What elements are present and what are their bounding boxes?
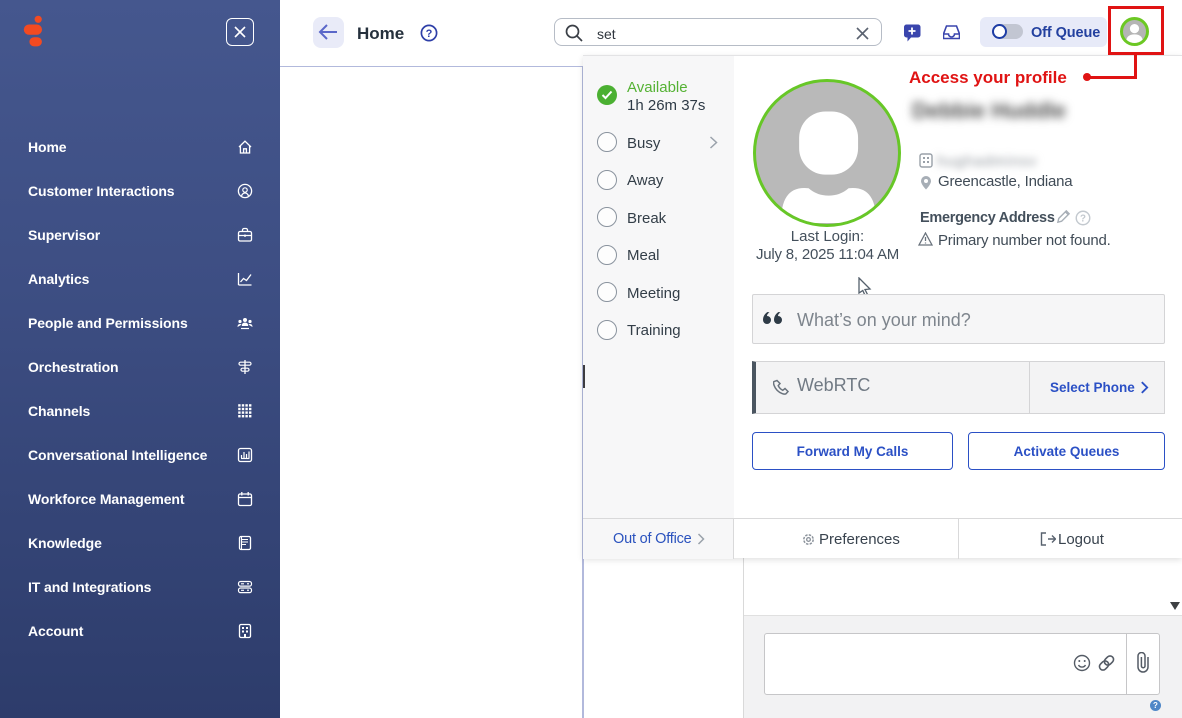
svg-text:?: ?	[426, 28, 433, 40]
svg-text:?: ?	[1080, 214, 1086, 225]
